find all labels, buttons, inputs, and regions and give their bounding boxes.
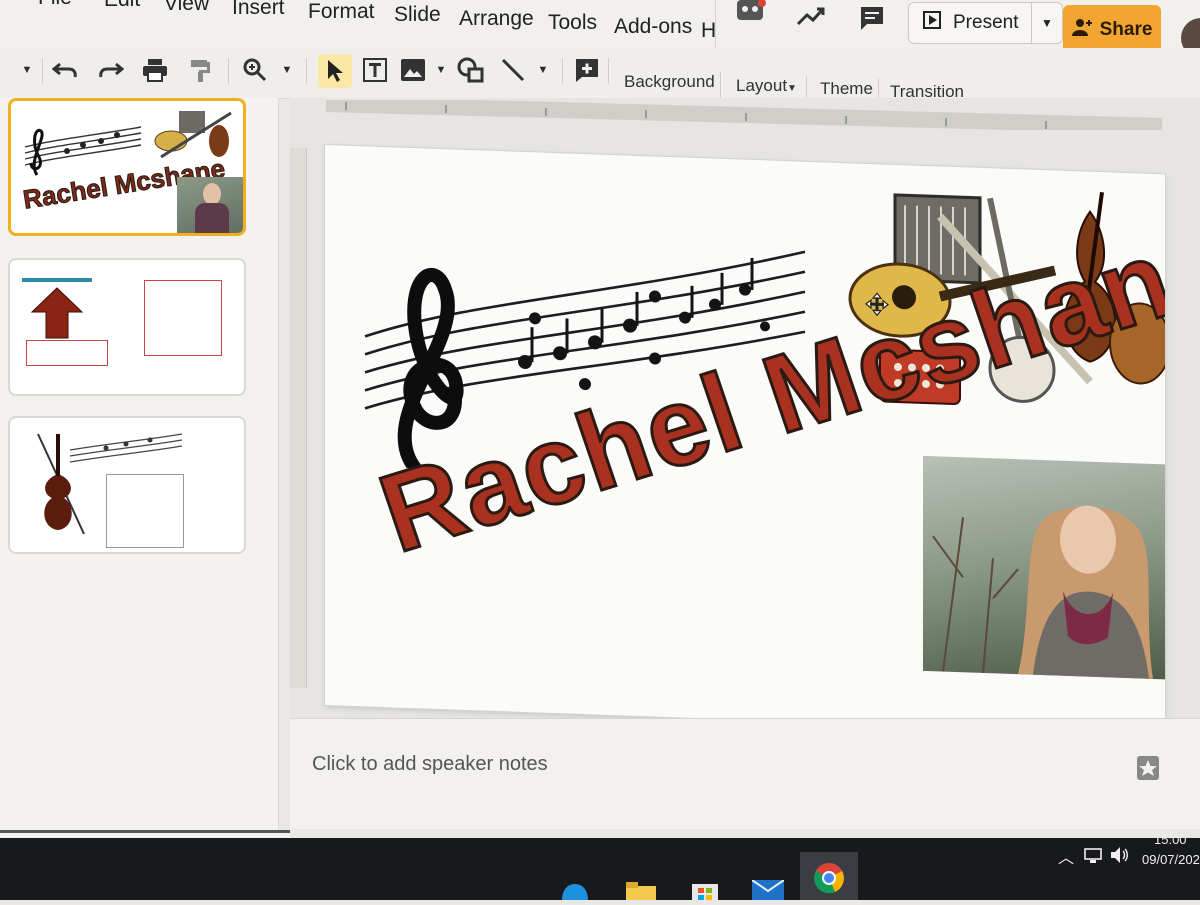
music-notes-image xyxy=(69,433,183,463)
explore-icon[interactable] xyxy=(1136,755,1160,788)
mail-icon[interactable] xyxy=(751,879,785,905)
file-explorer-icon[interactable] xyxy=(626,882,656,905)
clock-date[interactable]: 09/07/2020 xyxy=(1142,852,1200,867)
layout-button[interactable]: Layout▼ xyxy=(736,76,797,96)
slide-thumbnail-2[interactable] xyxy=(8,258,246,396)
add-comment-icon[interactable] xyxy=(572,54,602,86)
slide-thumbnail-1[interactable]: Rachel Mcshane xyxy=(8,98,246,236)
thumbnail-heading xyxy=(22,278,92,282)
text-box-icon[interactable] xyxy=(360,54,390,86)
theme-button[interactable]: Theme xyxy=(820,79,873,99)
more-dropdown-icon[interactable]: ▼ xyxy=(12,54,42,86)
toolbar-divider xyxy=(306,58,307,84)
image-dropdown-icon[interactable]: ▼ xyxy=(426,54,456,86)
activity-icon[interactable] xyxy=(796,6,826,33)
up-arrow-shape xyxy=(30,287,84,339)
menu-add-ons[interactable]: Add-ons xyxy=(614,15,692,39)
clock-time[interactable]: 15:00 xyxy=(1154,832,1187,847)
network-icon[interactable] xyxy=(1084,848,1102,869)
print-icon[interactable] xyxy=(140,54,170,86)
redo-icon[interactable] xyxy=(96,54,126,86)
slide-canvas[interactable]: Rachel Mcshane xyxy=(325,145,1165,735)
menu-slide[interactable]: Slide xyxy=(394,3,441,27)
paint-format-icon[interactable] xyxy=(186,54,216,86)
menu-bar: File Edit View Insert Format Slide Arran… xyxy=(0,0,720,48)
menu-format[interactable]: Format xyxy=(308,0,375,24)
comments-icon[interactable] xyxy=(858,4,886,37)
toolbar-divider xyxy=(42,58,43,84)
text-box xyxy=(106,474,184,548)
speaker-notes-placeholder[interactable]: Click to add speaker notes xyxy=(312,753,548,776)
menu-help[interactable]: H xyxy=(701,19,716,43)
select-cursor-icon[interactable] xyxy=(318,54,352,88)
portrait-photo xyxy=(177,177,243,233)
present-label: Present xyxy=(953,12,1019,33)
zoom-icon[interactable] xyxy=(240,54,270,86)
edge-browser-icon[interactable] xyxy=(560,882,590,905)
text-box xyxy=(26,340,108,366)
menu-view[interactable]: View xyxy=(164,0,209,16)
windows-taskbar: ︿ 15:00 09/07/2020 xyxy=(0,832,1200,900)
menu-insert[interactable]: Insert xyxy=(232,0,285,20)
slide-thumbnail-3[interactable] xyxy=(8,416,246,554)
move-cursor-icon xyxy=(865,292,889,322)
present-dropdown-arrow[interactable]: ▼ xyxy=(1031,3,1062,43)
vertical-ruler xyxy=(290,148,307,688)
text-box xyxy=(190,428,238,458)
comment-history-icon[interactable] xyxy=(734,0,768,35)
toolbar-divider xyxy=(562,58,563,84)
menu-arrange[interactable]: Arrange xyxy=(459,7,534,31)
portrait-photo[interactable] xyxy=(923,455,1165,680)
store-icon[interactable] xyxy=(690,880,720,905)
share-label: Share xyxy=(1099,19,1153,40)
undo-icon[interactable] xyxy=(50,54,80,86)
background-button[interactable]: Background xyxy=(624,72,715,92)
insert-image-icon[interactable] xyxy=(398,54,428,86)
text-box xyxy=(144,280,222,356)
present-icon xyxy=(923,11,941,35)
line-dropdown-icon[interactable]: ▼ xyxy=(528,54,558,86)
chrome-taskbar-button[interactable] xyxy=(800,852,858,900)
chrome-icon xyxy=(813,862,845,899)
layout-dropdown-icon: ▼ xyxy=(787,83,797,94)
toolbar: ▼ ▼ ▼ ▼ Background Layout▼ Theme Transit… xyxy=(0,48,1200,119)
tray-chevron-icon[interactable]: ︿ xyxy=(1058,844,1074,868)
line-icon[interactable] xyxy=(498,54,528,86)
person-icon xyxy=(1071,18,1092,42)
menu-edit[interactable]: Edit xyxy=(104,0,140,12)
speaker-notes-panel[interactable]: Click to add speaker notes xyxy=(290,718,1200,829)
toolbar-divider xyxy=(720,72,721,98)
toolbar-divider xyxy=(608,58,609,84)
volume-icon[interactable] xyxy=(1110,846,1130,869)
slide-filmstrip: Rachel Mcshane xyxy=(0,98,279,838)
zoom-dropdown-icon[interactable]: ▼ xyxy=(272,54,302,86)
shape-icon[interactable] xyxy=(456,54,486,86)
layout-label: Layout xyxy=(736,76,788,95)
horizontal-ruler xyxy=(326,100,1163,130)
menu-tools[interactable]: Tools xyxy=(548,11,597,35)
menu-file[interactable]: File xyxy=(38,0,72,10)
present-button[interactable]: Present ▼ xyxy=(908,2,1063,44)
toolbar-divider xyxy=(228,58,229,84)
